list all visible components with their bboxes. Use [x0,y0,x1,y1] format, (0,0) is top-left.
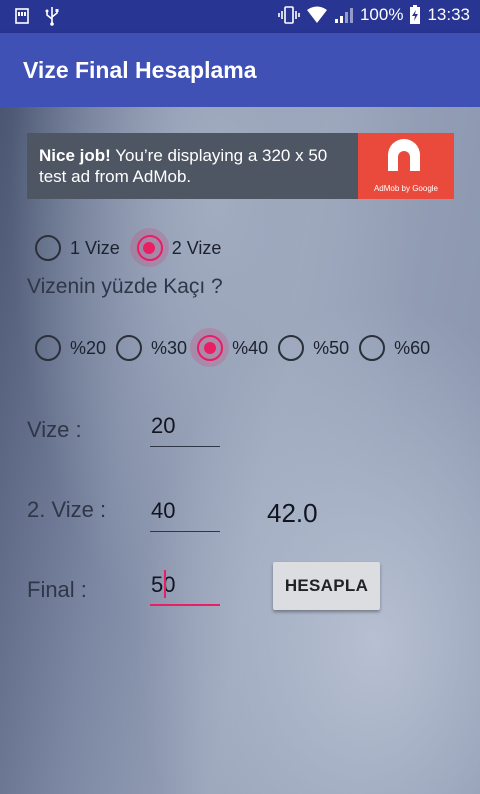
final-input[interactable]: 50 [150,570,220,606]
radio-circle-checked[interactable] [129,228,169,267]
admob-logo: AdMob by Google [358,133,454,199]
radio-circle[interactable] [35,335,61,361]
radio-label: %60 [394,337,431,358]
radio-circle[interactable] [35,235,61,261]
ad-brand: AdMob by Google [373,184,439,193]
radio-label: %30 [151,337,188,358]
final-label: Final : [27,577,87,602]
app-bar: Vize Final Hesaplama [0,33,480,107]
radio-label: %50 [313,337,350,358]
main-content: Nice job! You’re displaying a 320 x 50 t… [0,107,480,794]
battery-percent: 100% [359,5,404,24]
radio-1-vize[interactable]: 1 Vize [35,235,120,261]
battery-charging-icon [409,5,421,25]
radio-2-vize[interactable]: 2 Vize [129,228,222,267]
radio-label: %20 [70,337,107,358]
radio-percent-50[interactable]: %50 [278,335,349,361]
text-cursor [164,570,166,598]
percent-group: %20 %30 %40 %50 %60 [35,328,430,367]
radio-circle[interactable] [359,335,386,361]
app-title: Vize Final Hesaplama [23,57,257,83]
radio-label: %40 [232,337,269,358]
percent-question: Vizenin yüzde Kaçı ? [27,275,223,298]
vize1-input[interactable]: 20 [150,411,220,447]
radio-percent-40[interactable]: %40 [190,328,269,367]
vize1-label: Vize : [27,417,82,442]
status-bar: 100% 13:33 [0,0,480,33]
sd-card-icon [14,7,30,25]
ad-banner[interactable]: Nice job! You’re displaying a 320 x 50 t… [27,133,454,199]
vibrate-icon [278,5,300,25]
calculate-button[interactable]: HESAPLA [273,562,380,610]
radio-circle[interactable] [116,335,143,361]
signal-icon [334,6,354,24]
radio-percent-60[interactable]: %60 [359,335,430,361]
usb-icon [44,6,60,26]
vize2-label: 2. Vize : [27,497,107,522]
ad-bold-text: Nice job! [39,146,111,165]
radio-label: 1 Vize [70,237,120,258]
wifi-icon [306,6,328,24]
radio-percent-20[interactable]: %20 [35,335,106,361]
radio-circle-checked[interactable] [190,328,230,367]
vize-count-group: 1 Vize 2 Vize [35,228,222,267]
clock: 13:33 [427,5,470,24]
radio-circle[interactable] [278,335,305,361]
vize2-input[interactable]: 40 [150,496,220,532]
ad-text: Nice job! You’re displaying a 320 x 50 t… [27,133,358,199]
admob-icon [388,139,420,171]
radio-label: 2 Vize [171,237,222,258]
radio-percent-30[interactable]: %30 [116,335,187,361]
result-value: 42.0 [267,498,318,528]
